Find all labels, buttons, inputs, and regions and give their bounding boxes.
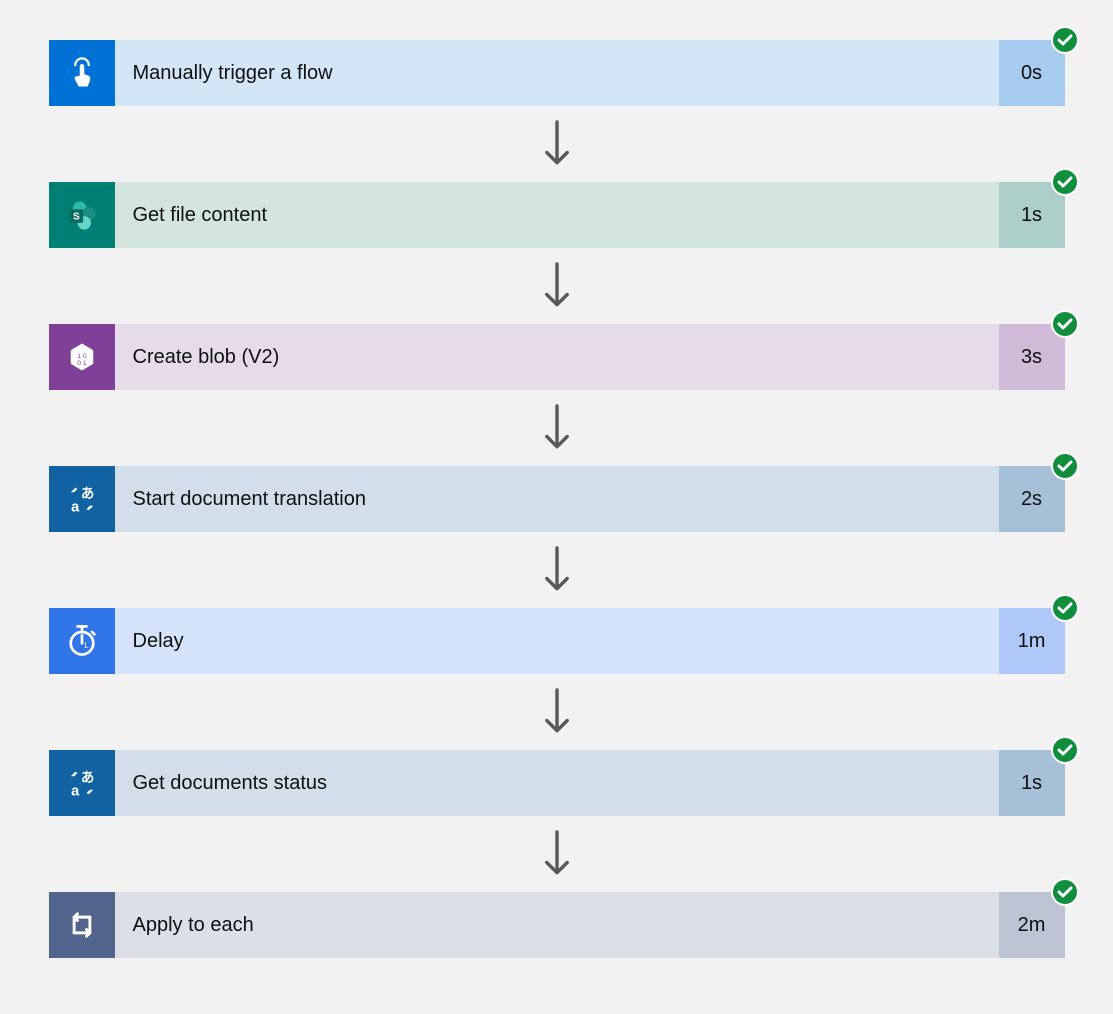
step-label: Create blob (V2) — [115, 324, 999, 390]
success-check-icon — [1051, 452, 1079, 480]
connector-arrow-icon — [540, 390, 574, 466]
success-check-icon — [1051, 168, 1079, 196]
step-card-get-file-content[interactable]: Get file content1s — [49, 182, 1065, 248]
step-label: Start document translation — [115, 466, 999, 532]
success-check-icon — [1051, 878, 1079, 906]
step-label: Manually trigger a flow — [115, 40, 999, 106]
translate-icon — [49, 750, 115, 816]
step-label: Get file content — [115, 182, 999, 248]
connector-arrow-icon — [540, 532, 574, 608]
step-label: Apply to each — [115, 892, 999, 958]
flow-canvas: Manually trigger a flow0s Get file conten… — [0, 40, 1113, 958]
success-check-icon — [1051, 594, 1079, 622]
success-check-icon — [1051, 310, 1079, 338]
loop-icon — [49, 892, 115, 958]
step-label: Delay — [115, 608, 999, 674]
translate-icon — [49, 466, 115, 532]
step-card-delay[interactable]: Delay1m — [49, 608, 1065, 674]
connector-arrow-icon — [540, 248, 574, 324]
touch-icon — [49, 40, 115, 106]
success-check-icon — [1051, 26, 1079, 54]
stopwatch-icon — [49, 608, 115, 674]
connector-arrow-icon — [540, 816, 574, 892]
step-card-get-documents-status[interactable]: Get documents status1s — [49, 750, 1065, 816]
step-card-apply-to-each[interactable]: Apply to each2m — [49, 892, 1065, 958]
step-card-manual-trigger[interactable]: Manually trigger a flow0s — [49, 40, 1065, 106]
step-card-start-translation[interactable]: Start document translation2s — [49, 466, 1065, 532]
connector-arrow-icon — [540, 106, 574, 182]
connector-arrow-icon — [540, 674, 574, 750]
success-check-icon — [1051, 736, 1079, 764]
step-label: Get documents status — [115, 750, 999, 816]
step-card-create-blob[interactable]: Create blob (V2)3s — [49, 324, 1065, 390]
sharepoint-icon — [49, 182, 115, 248]
blob-icon — [49, 324, 115, 390]
